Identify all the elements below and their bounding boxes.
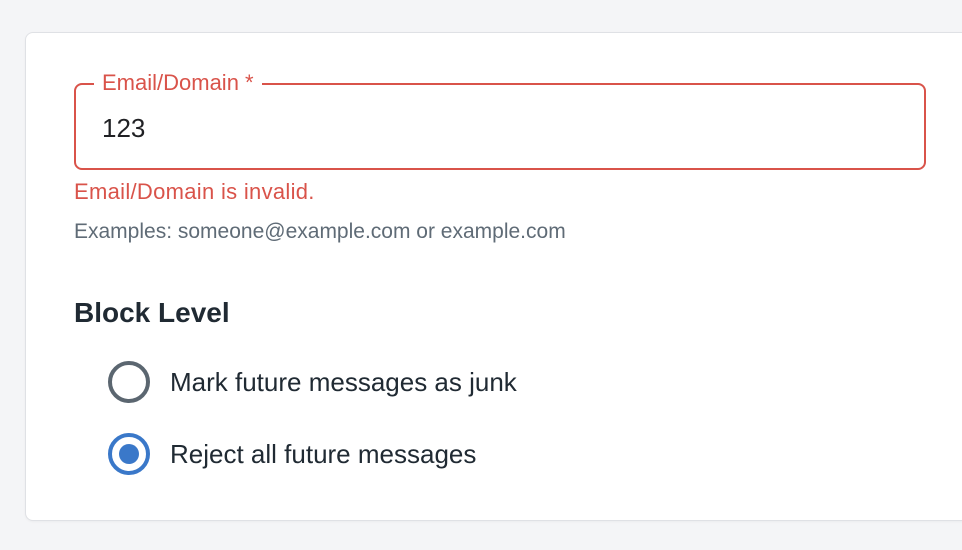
email-domain-input[interactable] [102, 111, 882, 145]
email-domain-field[interactable]: Email/Domain * [74, 70, 926, 170]
block-level-title: Block Level [74, 297, 230, 328]
radio-option-mark-junk[interactable]: Mark future messages as junk [108, 360, 517, 404]
radio-checked-icon[interactable] [108, 433, 150, 475]
radio-option-reject-all[interactable]: Reject all future messages [108, 432, 476, 476]
email-domain-label: Email/Domain * [94, 70, 262, 96]
email-domain-helper: Examples: someone@example.com or example… [74, 220, 566, 243]
radio-unchecked-icon[interactable] [108, 361, 150, 403]
radio-option-label: Mark future messages as junk [170, 367, 517, 397]
email-domain-error: Email/Domain is invalid. [74, 179, 315, 204]
radio-option-label: Reject all future messages [170, 439, 477, 469]
radio-dot-icon [119, 444, 139, 464]
